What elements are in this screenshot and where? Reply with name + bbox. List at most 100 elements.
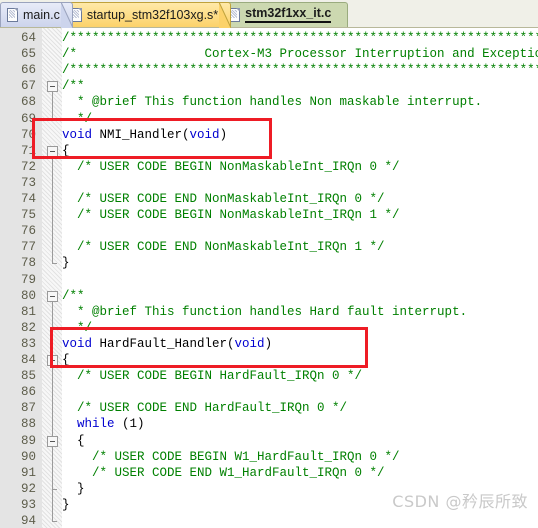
line-number: 94 [20, 514, 36, 528]
code-line[interactable]: 88 while (1) [0, 416, 538, 432]
line-code-text[interactable]: } [62, 497, 70, 513]
line-code-text[interactable]: */ [62, 320, 92, 336]
code-line[interactable]: 91 /* USER CODE END W1_HardFault_IRQn 0 … [0, 465, 538, 481]
code-line[interactable]: 74 /* USER CODE END NonMaskableInt_IRQn … [0, 191, 538, 207]
line-number: 74 [20, 192, 36, 206]
code-editor[interactable]: 64 /*************************************… [0, 28, 538, 528]
line-code-text[interactable]: /* USER CODE BEGIN HardFault_IRQn 0 */ [62, 368, 362, 384]
fold-guide-line [52, 301, 53, 328]
fold-toggle-icon[interactable] [47, 81, 58, 93]
tab-edge-icon [60, 2, 73, 28]
code-line[interactable]: 83 void HardFault_Handler(void) [0, 336, 538, 352]
line-code-text[interactable]: /** [62, 288, 85, 304]
code-line[interactable]: 70 void NMI_Handler(void) [0, 127, 538, 143]
line-code-text[interactable]: { [62, 433, 85, 449]
tab-label: stm32f1xx_it.c [245, 7, 332, 23]
line-code-text[interactable]: { [62, 352, 70, 368]
line-code-text[interactable]: /* USER CODE BEGIN NonMaskableInt_IRQn 1… [62, 207, 400, 223]
fold-toggle-icon[interactable] [47, 290, 58, 302]
tab-edge-icon [219, 2, 232, 28]
line-number: 81 [20, 304, 36, 319]
code-line[interactable]: 78} [0, 255, 538, 271]
line-code-text[interactable]: /* USER CODE END HardFault_IRQn 0 */ [62, 400, 347, 416]
line-number: 87 [20, 401, 36, 416]
document-icon [7, 8, 18, 22]
line-number: 93 [20, 497, 36, 512]
line-code-text[interactable]: void NMI_Handler(void) [62, 127, 227, 143]
line-number: 71 [20, 143, 36, 158]
line-number: 90 [20, 449, 36, 464]
line-number: 70 [20, 127, 36, 142]
line-code-text[interactable]: /***************************************… [62, 30, 538, 46]
line-code-text[interactable]: /* USER CODE END NonMaskableInt_IRQn 0 *… [62, 191, 385, 207]
line-number: 78 [20, 256, 36, 271]
code-line[interactable]: 67 /** [0, 78, 538, 94]
line-number: 69 [20, 111, 36, 126]
code-line[interactable]: 86 [0, 384, 538, 400]
line-code-text[interactable]: /* USER CODE BEGIN W1_HardFault_IRQn 0 *… [62, 449, 400, 465]
code-line[interactable]: 79 [0, 272, 538, 288]
watermark-text: CSDN @矜辰所致 [392, 492, 528, 511]
tab-label: main.c [23, 7, 60, 22]
line-number: 85 [20, 369, 36, 384]
line-number: 75 [20, 208, 36, 223]
tab-strip: main.c startup_stm32f103xg.s* stm32f1xx_… [0, 0, 349, 28]
tab-main-c[interactable]: main.c [0, 2, 73, 28]
line-code-text[interactable]: /* USER CODE END NonMaskableInt_IRQn 1 *… [62, 239, 385, 255]
code-line[interactable]: 72 /* USER CODE BEGIN NonMaskableInt_IRQ… [0, 159, 538, 175]
line-code-text[interactable]: void HardFault_Handler(void) [62, 336, 272, 352]
line-number: 86 [20, 385, 36, 400]
line-number: 91 [20, 465, 36, 480]
line-number: 89 [20, 433, 36, 448]
code-line[interactable]: 87 /* USER CODE END HardFault_IRQn 0 */ [0, 400, 538, 416]
line-code-text[interactable]: } [62, 255, 70, 271]
code-line[interactable]: 77 /* USER CODE END NonMaskableInt_IRQn … [0, 239, 538, 255]
code-line[interactable]: 68 * @brief This function handles Non ma… [0, 94, 538, 110]
line-code-text[interactable]: } [62, 481, 85, 497]
code-line[interactable]: 89 { [0, 433, 538, 449]
code-line[interactable]: 71 { [0, 143, 538, 159]
line-number: 79 [20, 272, 36, 287]
fold-toggle-icon[interactable] [47, 145, 58, 157]
fold-end-marker [52, 521, 57, 522]
line-code-text[interactable]: /* USER CODE END W1_HardFault_IRQn 0 */ [62, 465, 385, 481]
line-number: 66 [20, 63, 36, 78]
line-number: 92 [20, 481, 36, 496]
code-line[interactable]: 66 /*************************************… [0, 62, 538, 78]
code-line[interactable]: 65 /* Cortex-M3 Processor Interruption an… [0, 46, 538, 62]
code-line[interactable]: 85 /* USER CODE BEGIN HardFault_IRQn 0 *… [0, 368, 538, 384]
line-code-text[interactable]: /***************************************… [62, 62, 538, 78]
code-line[interactable]: 94 [0, 513, 538, 528]
tab-startup-stm32f103xg-s[interactable]: startup_stm32f103xg.s* [63, 2, 232, 28]
code-line[interactable]: 75 /* USER CODE BEGIN NonMaskableInt_IRQ… [0, 207, 538, 223]
line-code-text[interactable]: { [62, 143, 70, 159]
line-code-text[interactable]: */ [62, 111, 92, 127]
fold-end-marker [52, 488, 57, 490]
line-code-text[interactable]: /* USER CODE BEGIN NonMaskableInt_IRQn 0… [62, 159, 400, 175]
line-code-text[interactable]: * @brief This function handles Hard faul… [62, 304, 467, 320]
fold-guide-line [52, 446, 53, 489]
line-code-text[interactable]: /* Cortex-M3 Processor Interruption and … [62, 46, 538, 62]
code-line[interactable]: 69 */ [0, 111, 538, 127]
code-line[interactable]: 80 /** [0, 288, 538, 304]
line-code-text[interactable]: /** [62, 78, 85, 94]
code-line[interactable]: 90 /* USER CODE BEGIN W1_HardFault_IRQn … [0, 449, 538, 465]
line-number: 72 [20, 159, 36, 174]
code-line[interactable]: 73 [0, 175, 538, 191]
editor-tab-bar: main.c startup_stm32f103xg.s* stm32f1xx_… [0, 0, 538, 28]
line-number: 65 [20, 47, 36, 62]
code-line[interactable]: 64 /*************************************… [0, 30, 538, 46]
line-code-text[interactable]: while (1) [62, 416, 145, 432]
fold-toggle-icon[interactable] [47, 435, 58, 447]
code-line[interactable]: 82 */ [0, 320, 538, 336]
line-number: 67 [20, 79, 36, 94]
code-line[interactable]: 81 * @brief This function handles Hard f… [0, 304, 538, 320]
code-line[interactable]: 84 { [0, 352, 538, 368]
line-number: 82 [20, 320, 36, 335]
line-code-text[interactable]: * @brief This function handles Non maska… [62, 94, 482, 110]
fold-end-marker [52, 118, 57, 120]
tab-stm32f1xx-it-c[interactable]: stm32f1xx_it.c [222, 2, 349, 27]
line-number: 84 [20, 353, 36, 367]
fold-toggle-icon[interactable] [47, 355, 58, 366]
code-line[interactable]: 76 [0, 223, 538, 239]
